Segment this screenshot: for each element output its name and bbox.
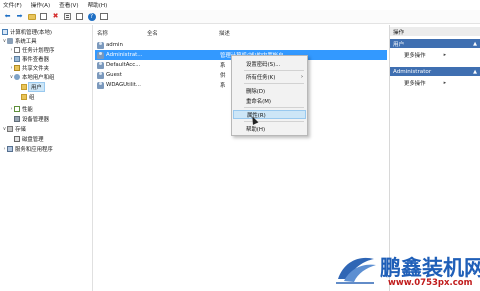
show-hide-tree-icon[interactable] [39, 12, 48, 21]
folder-icon [21, 94, 27, 100]
watermark-logo-icon [336, 257, 376, 284]
tree-local-users-groups[interactable]: ∨ 本地用户和组 [9, 73, 54, 81]
tools-icon [7, 38, 13, 44]
performance-icon [14, 106, 20, 112]
chevron-right-icon: ▸ [443, 80, 447, 86]
collapse-up-icon[interactable]: ▲ [473, 41, 477, 47]
chevron-right-icon: ▸ [443, 52, 447, 58]
refresh-icon[interactable] [75, 12, 84, 21]
view-icon[interactable] [99, 12, 108, 21]
menu-separator [244, 107, 304, 108]
folder-icon [21, 84, 27, 90]
column-header-fullname[interactable]: 全名 [147, 29, 158, 37]
user-icon [97, 41, 104, 49]
event-viewer-icon [14, 56, 20, 62]
menu-item-properties[interactable]: 属性(R) [233, 110, 306, 119]
tree-groups[interactable]: 组 [21, 93, 34, 101]
storage-icon [7, 126, 13, 132]
user-icon [97, 51, 104, 59]
column-header-name[interactable]: 名称 [97, 29, 108, 37]
back-arrow-icon[interactable]: ⬅ [3, 12, 12, 21]
menu-separator [244, 83, 304, 84]
tree-storage[interactable]: ∨ 存储 [2, 125, 26, 133]
tree-system-tools[interactable]: ∨ 系统工具 [2, 37, 37, 45]
services-icon [7, 146, 13, 152]
user-icon [97, 71, 104, 79]
help-icon[interactable]: ? [87, 12, 96, 21]
menu-item-delete[interactable]: 删除(D) [233, 86, 306, 95]
tree-device-manager[interactable]: 设备管理器 [14, 115, 49, 123]
actions-section-users[interactable]: 用户 ▲ [390, 39, 480, 48]
menu-item-set-password[interactable]: 设置密码(S)... [233, 59, 306, 68]
actions-more-users[interactable]: 更多操作 ▸ [404, 51, 446, 59]
tree-users[interactable]: 用户 [21, 82, 45, 92]
shared-folder-icon [14, 65, 20, 71]
tree-root[interactable]: 计算机管理(本地) [2, 28, 52, 36]
task-scheduler-icon [14, 47, 20, 53]
menu-file[interactable]: 文件(F) [3, 1, 22, 9]
menu-separator [244, 70, 304, 71]
forward-arrow-icon[interactable]: ➡ [15, 12, 24, 21]
list-item[interactable]: admin [95, 40, 387, 50]
context-menu: 设置密码(S)... 所有任务(K) › 删除(D) 重命名(M) 属性(R) 帮… [231, 55, 308, 136]
user-icon [97, 61, 104, 69]
tree-disk-management[interactable]: 磁盘管理 [14, 135, 44, 143]
actions-more-administrator[interactable]: 更多操作 ▸ [404, 79, 446, 87]
actions-section-administrator[interactable]: Administrator ▲ [390, 67, 480, 76]
tree-services-apps[interactable]: › 服务和应用程序 [2, 145, 53, 153]
watermark-url: www.0753px.com [388, 278, 473, 288]
watermark: 鹏鑫装机网 www.0753px.com [334, 249, 480, 291]
user-icon [97, 81, 104, 89]
console-tree: 计算机管理(本地) ∨ 系统工具 › 任务计划程序 › 事件查看器 › 共享文件… [0, 25, 93, 291]
actions-header: 操作 [390, 27, 480, 36]
computer-icon [2, 29, 8, 35]
delete-icon[interactable]: ✖ [51, 12, 60, 21]
properties-icon[interactable] [63, 12, 72, 21]
menu-action[interactable]: 操作(A) [31, 1, 50, 9]
tree-event-viewer[interactable]: › 事件查看器 [9, 55, 49, 63]
collapse-up-icon[interactable]: ▲ [473, 69, 477, 75]
device-manager-icon [14, 116, 20, 122]
column-header-description[interactable]: 描述 [219, 29, 230, 37]
menu-item-rename[interactable]: 重命名(M) [233, 96, 306, 105]
chevron-right-icon: › [301, 73, 303, 80]
tree-task-scheduler[interactable]: › 任务计划程序 [9, 46, 54, 54]
menu-bar: 文件(F) 操作(A) 查看(V) 帮助(H) [0, 0, 480, 10]
tree-shared-folders[interactable]: › 共享文件夹 [9, 64, 49, 72]
menu-item-help[interactable]: 帮助(H) [233, 124, 306, 133]
tree-performance[interactable]: › 性能 [9, 105, 33, 113]
menu-help[interactable]: 帮助(H) [88, 1, 108, 9]
menu-item-all-tasks[interactable]: 所有任务(K) › [233, 72, 306, 81]
toolbar: ⬅ ➡ ✖ ? [0, 10, 480, 24]
up-folder-icon[interactable] [27, 12, 36, 21]
disk-icon [14, 136, 20, 142]
users-icon [14, 74, 20, 80]
menu-view[interactable]: 查看(V) [59, 1, 78, 9]
